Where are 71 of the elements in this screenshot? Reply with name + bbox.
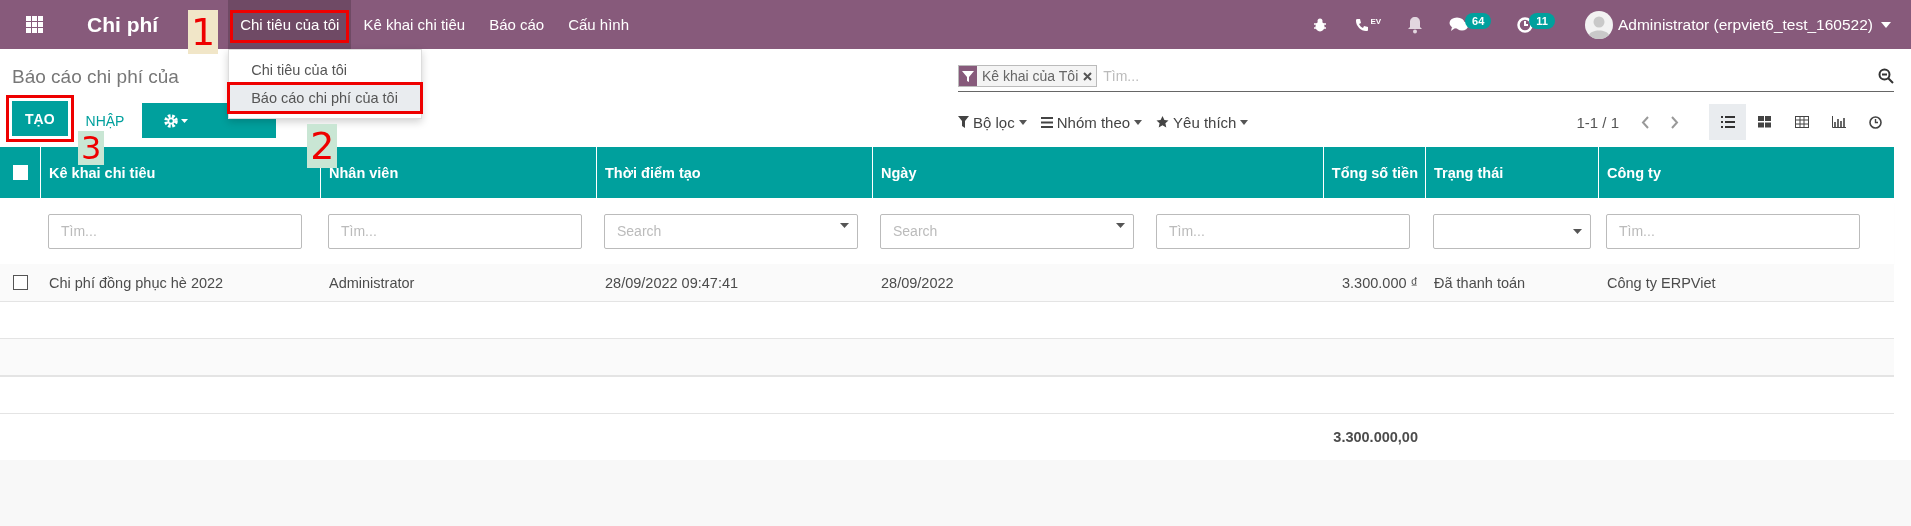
caret-icon xyxy=(1116,222,1125,228)
menu-item[interactable]: Chi tiêu của tôi xyxy=(228,0,352,49)
table-cell: Chi phí đồng phục hè 2022 xyxy=(49,274,224,291)
bell-icon[interactable] xyxy=(1407,15,1424,34)
column-header[interactable]: Tổng số tiền xyxy=(1323,147,1426,198)
bar-chart-icon xyxy=(1831,116,1846,128)
user-menu[interactable]: Administrator (erpviet6_test_160522) xyxy=(1612,15,1881,34)
column-header[interactable]: Ngày xyxy=(873,147,925,198)
caret-icon[interactable] xyxy=(1881,21,1891,28)
table-cell: 28/09/2022 xyxy=(881,274,954,291)
search-field[interactable]: Kê khai của Tôi Tìm... xyxy=(958,61,1894,92)
create-button[interactable]: TẠO xyxy=(6,95,74,142)
search-icon[interactable] xyxy=(1878,68,1894,84)
column-header[interactable]: Công ty xyxy=(1599,147,1669,198)
caret-icon xyxy=(1134,119,1143,125)
table-cell: 28/09/2022 09:47:41 xyxy=(605,274,739,291)
import-button[interactable]: NHẬP xyxy=(79,111,131,130)
filter-menu-button[interactable]: Bộ lọc xyxy=(958,113,1027,131)
dropdown-item[interactable]: Chi tiêu của tôi xyxy=(229,56,422,84)
pager-value: 1-1 / 1 xyxy=(1576,113,1619,131)
caret-icon xyxy=(1240,119,1249,125)
table-cell: 3.300.000 ₫ xyxy=(1342,274,1418,291)
gear-icon xyxy=(163,112,190,129)
row-checkbox[interactable] xyxy=(13,275,28,290)
column-search-field[interactable]: Tìm... xyxy=(328,213,582,249)
next-icon[interactable] xyxy=(1671,115,1679,129)
bug-icon[interactable] xyxy=(1312,16,1329,33)
table-cell: Đã thanh toán xyxy=(1434,274,1526,291)
column-search-field[interactable]: Tìm... xyxy=(1606,213,1860,249)
action-button[interactable] xyxy=(142,103,211,138)
column-search-field[interactable]: Tìm... xyxy=(48,213,302,249)
menu-item[interactable]: Kê khai chi tiêu xyxy=(351,0,478,49)
clock-icon xyxy=(1869,115,1882,129)
search-input[interactable]: Tìm... xyxy=(1097,67,1878,85)
menu-item[interactable]: Cấu hình xyxy=(556,0,642,49)
filter-icon xyxy=(958,116,969,128)
caret-icon xyxy=(840,222,849,228)
list-view-button[interactable] xyxy=(1709,104,1746,140)
grid-icon xyxy=(1758,116,1771,128)
activity-count-badge: 11 xyxy=(1529,12,1555,29)
caret-icon xyxy=(1573,228,1582,234)
step-number: 3 xyxy=(78,131,105,165)
column-search-field[interactable]: Tìm... xyxy=(1156,213,1410,249)
select-all-checkbox[interactable] xyxy=(13,165,28,180)
column-header[interactable]: Thời điểm tạo xyxy=(597,147,709,198)
total-value: 3.300.000,00 xyxy=(1333,429,1418,445)
previous-icon[interactable] xyxy=(1641,115,1649,129)
chat-icon[interactable] xyxy=(1449,16,1470,33)
facet-label: Kê khai của Tôi xyxy=(982,68,1079,84)
filter-menu-button[interactable]: Yêu thích xyxy=(1156,113,1249,131)
column-header[interactable]: Trạng thái xyxy=(1426,147,1512,198)
filter-menu-button[interactable]: Nhóm theo xyxy=(1040,113,1143,131)
filter-icon xyxy=(959,66,977,86)
list-icon xyxy=(1720,116,1735,128)
step-number: 1 xyxy=(187,10,219,54)
table-cell: Công ty ERPViet xyxy=(1607,274,1716,291)
clock-icon[interactable] xyxy=(1517,16,1534,33)
avatar-icon[interactable] xyxy=(1584,10,1613,39)
caret-icon xyxy=(1018,119,1027,125)
app-title: Chi phí xyxy=(87,12,159,37)
message-count-badge: 64 xyxy=(1465,12,1492,29)
list-icon xyxy=(1040,116,1053,128)
step-number: 2 xyxy=(307,124,338,168)
dropdown-item[interactable]: Báo cáo chi phí của tôi xyxy=(229,84,422,112)
table-cell: Administrator xyxy=(329,274,415,291)
close-icon[interactable] xyxy=(1083,71,1093,81)
table-icon xyxy=(1794,116,1809,128)
apps-grid-icon[interactable] xyxy=(26,15,44,34)
star-icon xyxy=(1156,116,1170,128)
menu-item[interactable]: Báo cáo xyxy=(477,0,557,49)
breadcrumb-title: Báo cáo chi phí của xyxy=(12,66,179,89)
